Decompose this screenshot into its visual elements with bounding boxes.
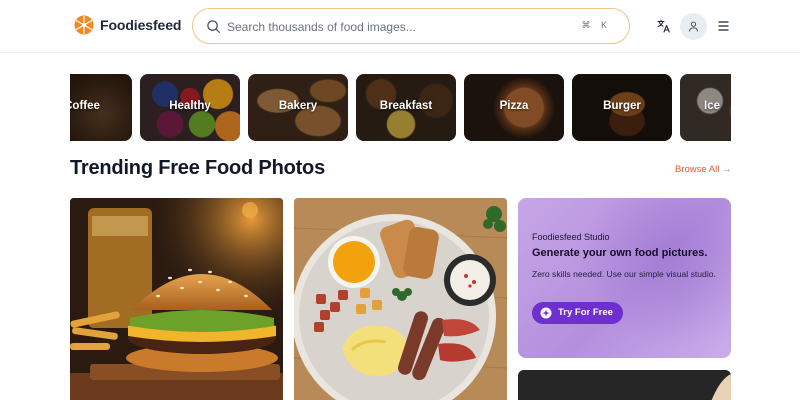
user-icon — [689, 21, 698, 32]
account-button[interactable] — [680, 13, 707, 40]
burger-image — [70, 198, 283, 400]
category-breakfast[interactable]: Breakfast — [356, 74, 456, 141]
menu-button[interactable] — [712, 15, 734, 37]
category-label: Coffee — [70, 100, 100, 112]
category-ice[interactable]: Ice — [680, 74, 731, 141]
category-track: Coffee Healthy Bakery Breakfast Pizza Bu… — [70, 74, 731, 141]
category-label: Breakfast — [379, 100, 433, 112]
browse-all-link[interactable]: Browse All → — [675, 164, 732, 175]
search-icon — [207, 20, 220, 33]
search-input[interactable] — [227, 17, 567, 37]
category-label: Burger — [603, 100, 641, 112]
photo-dark[interactable] — [518, 370, 731, 400]
dark-photo-image — [518, 370, 731, 400]
brand-name: Foodiesfeed — [100, 17, 182, 33]
search-bar[interactable]: ⌘ K — [192, 8, 630, 44]
breakfast-image — [294, 198, 507, 400]
search-shortcut-hint: ⌘ K — [581, 20, 611, 30]
promo-title: Generate your own food pictures. — [532, 247, 708, 259]
promo-eyebrow: Foodiesfeed Studio — [532, 232, 610, 242]
menu-icon — [718, 21, 728, 31]
brand-logo-link[interactable]: Foodiesfeed — [74, 15, 181, 35]
category-label: Bakery — [278, 100, 318, 112]
category-label: Ice — [704, 100, 720, 112]
category-carousel[interactable]: Coffee Healthy Bakery Breakfast Pizza Bu… — [70, 74, 731, 142]
category-label: Pizza — [499, 100, 529, 112]
language-button[interactable] — [653, 15, 675, 37]
photo-burger[interactable] — [70, 198, 283, 400]
category-coffee[interactable]: Coffee — [70, 74, 132, 141]
try-for-free-label: Try For Free — [558, 307, 613, 318]
sparkle-icon — [540, 307, 552, 319]
category-burger[interactable]: Burger — [572, 74, 672, 141]
category-label: Healthy — [169, 100, 211, 112]
top-header: Foodiesfeed ⌘ K — [0, 0, 800, 53]
category-pizza[interactable]: Pizza — [464, 74, 564, 141]
try-for-free-button[interactable]: Try For Free — [532, 302, 623, 324]
category-healthy[interactable]: Healthy — [140, 74, 240, 141]
section-title: Trending Free Food Photos — [70, 157, 326, 179]
promo-description: Zero skills needed. Use our simple visua… — [532, 269, 716, 279]
studio-promo-card: Foodiesfeed Studio Generate your own foo… — [518, 198, 731, 358]
photo-breakfast[interactable] — [294, 198, 507, 400]
foodiesfeed-logo-icon — [74, 15, 94, 35]
translate-icon — [657, 19, 670, 33]
category-bakery[interactable]: Bakery — [248, 74, 348, 141]
